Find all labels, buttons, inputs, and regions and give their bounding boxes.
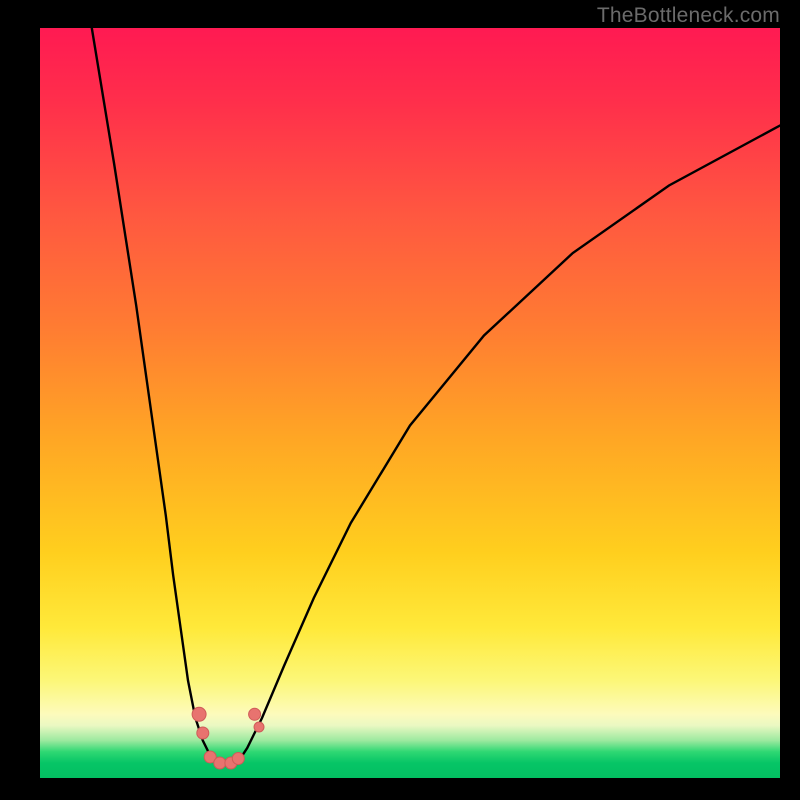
watermark-text: TheBottleneck.com (597, 4, 780, 28)
data-marker (214, 757, 226, 769)
chart-frame: TheBottleneck.com (0, 0, 800, 800)
chart-svg (40, 28, 780, 778)
data-marker (197, 727, 209, 739)
data-marker (192, 707, 206, 721)
curve-right-branch (225, 126, 780, 766)
data-marker (232, 753, 244, 765)
plot-area (40, 28, 780, 778)
curve-group (92, 28, 780, 765)
curve-left-branch (92, 28, 225, 765)
data-marker (249, 708, 261, 720)
data-marker (254, 722, 264, 732)
